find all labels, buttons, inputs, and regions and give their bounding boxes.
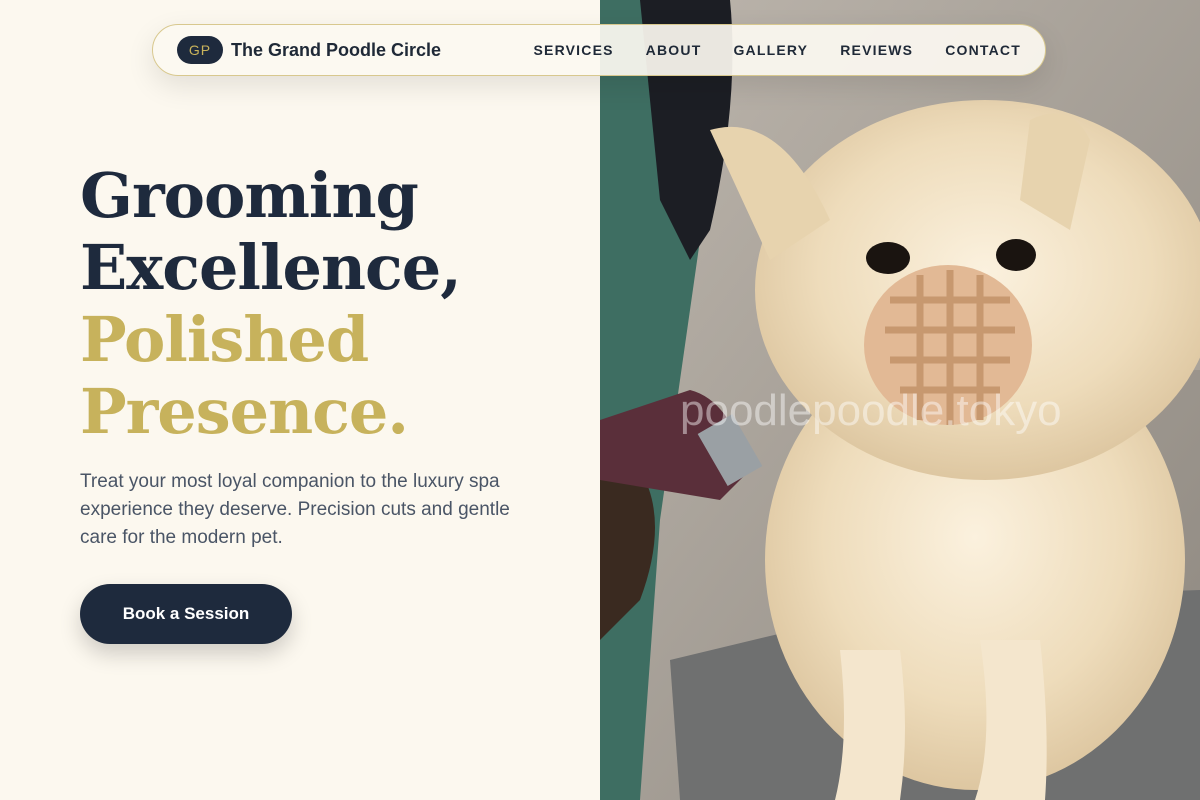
top-navigation: GP The Grand Poodle Circle SERVICES ABOU…: [152, 24, 1046, 76]
nav-link-contact[interactable]: CONTACT: [945, 42, 1021, 58]
nav-link-reviews[interactable]: REVIEWS: [840, 42, 913, 58]
watermark-text: poodlepoodle.tokyo: [680, 386, 1062, 435]
nav-link-gallery[interactable]: GALLERY: [733, 42, 808, 58]
hero-headline: Grooming Excellence, Polished Presence.: [80, 160, 580, 448]
headline-line-2: Excellence,: [80, 231, 462, 304]
groomed-dog-image: poodlepoodle.tokyo: [600, 0, 1200, 800]
headline-line-4: Presence.: [80, 375, 409, 448]
nav-link-about[interactable]: ABOUT: [646, 42, 702, 58]
book-session-button[interactable]: Book a Session: [80, 584, 292, 644]
brand-name[interactable]: The Grand Poodle Circle: [231, 40, 441, 61]
logo-badge[interactable]: GP: [177, 36, 223, 64]
nav-links: SERVICES ABOUT GALLERY REVIEWS CONTACT: [534, 42, 1021, 58]
hero-subtext: Treat your most loyal companion to the l…: [80, 471, 510, 548]
headline-line-3: Polished: [80, 303, 369, 376]
hero-photo: poodlepoodle.tokyo: [600, 0, 1200, 800]
headline-line-1: Grooming: [80, 159, 419, 232]
hero-content: Grooming Excellence, Polished Presence. …: [80, 160, 580, 571]
nav-link-services[interactable]: SERVICES: [534, 42, 614, 58]
